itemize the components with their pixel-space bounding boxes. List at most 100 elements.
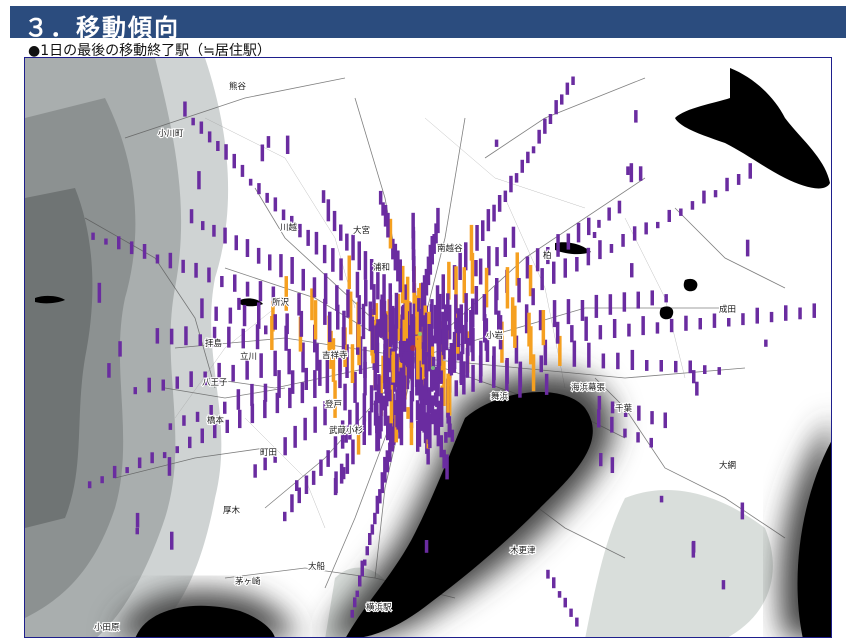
station-bar — [343, 383, 347, 411]
station-bar — [285, 313, 289, 335]
station-bar — [740, 502, 745, 520]
station-bar — [236, 389, 241, 410]
station-bar — [175, 446, 179, 454]
station-bar — [557, 591, 562, 598]
station-bar — [769, 311, 774, 323]
station-bar — [563, 258, 567, 278]
station-bar — [155, 254, 160, 264]
station-bar — [629, 163, 634, 183]
station-bar — [445, 454, 449, 480]
station-bar — [381, 395, 386, 411]
station-bar — [560, 94, 564, 105]
station-bar — [441, 274, 445, 310]
station-bar — [125, 467, 129, 474]
station-bar — [423, 378, 428, 405]
station-bar — [546, 569, 550, 579]
place-label: 南越谷 — [437, 243, 463, 254]
station-bar — [332, 210, 337, 232]
station-bar — [684, 315, 688, 331]
station-bar — [415, 311, 419, 335]
station-bar — [598, 325, 603, 340]
station-bar — [745, 239, 750, 257]
station-bar — [297, 293, 301, 316]
station-bar — [350, 344, 355, 383]
station-bar — [584, 316, 588, 341]
station-bar — [505, 360, 509, 393]
station-bar — [597, 409, 601, 428]
station-bar — [290, 494, 294, 513]
station-bar — [441, 318, 446, 348]
station-bar — [607, 207, 611, 221]
station-bar — [197, 171, 201, 190]
station-bar — [363, 251, 368, 280]
station-bar — [263, 457, 267, 471]
station-bar — [303, 417, 307, 441]
station-bar — [764, 339, 768, 347]
station-bar — [812, 303, 816, 318]
station-bar — [537, 129, 541, 144]
station-bar — [273, 197, 278, 212]
station-bar — [667, 209, 671, 222]
station-bar — [304, 367, 308, 390]
station-bar — [755, 307, 759, 324]
station-bar — [634, 110, 638, 123]
station-bar — [587, 342, 591, 368]
station-bar — [100, 476, 104, 484]
station-bar — [335, 285, 339, 311]
station-bar — [300, 382, 305, 404]
station-bar — [638, 166, 643, 181]
station-bar — [314, 231, 319, 255]
station-bar — [444, 432, 448, 443]
station-bar — [147, 377, 151, 393]
station-bar — [184, 326, 188, 346]
station-bar — [298, 223, 302, 238]
station-bar — [474, 286, 479, 315]
station-bar — [664, 294, 668, 303]
station-bar — [622, 292, 627, 312]
station-bar — [406, 407, 410, 419]
station-bar — [598, 240, 602, 260]
station-bar — [616, 352, 620, 370]
station-bar — [702, 190, 706, 204]
station-bar — [287, 348, 291, 375]
station-bar — [514, 173, 519, 183]
station-bar — [241, 328, 245, 349]
station-bar — [357, 295, 361, 325]
station-bar — [389, 423, 393, 446]
mountain-terrain — [25, 58, 229, 637]
station-bar — [129, 241, 134, 255]
station-bar — [621, 234, 625, 247]
slide-title-bar: ３．移動傾向 — [10, 6, 846, 42]
station-bar — [351, 234, 355, 261]
station-bar — [695, 381, 699, 396]
station-bar — [418, 403, 423, 429]
station-bar — [552, 300, 557, 328]
station-bar — [346, 289, 350, 318]
station-bar — [721, 580, 726, 590]
station-bar — [339, 258, 343, 281]
station-bar — [339, 224, 343, 241]
station-bar — [601, 353, 606, 369]
station-bar — [439, 370, 443, 384]
station-bar — [587, 217, 591, 236]
station-bar — [548, 114, 553, 124]
station-bar — [526, 151, 530, 164]
station-bar — [449, 343, 454, 376]
station-bar — [266, 136, 271, 148]
station-bar — [518, 367, 522, 398]
station-bar — [328, 311, 332, 343]
station-bar — [478, 355, 483, 383]
station-bar — [456, 308, 461, 347]
station-bar — [632, 226, 637, 241]
station-bar — [481, 220, 485, 241]
station-bar — [404, 299, 408, 339]
station-bar — [679, 208, 683, 216]
station-bar — [117, 236, 121, 250]
station-bar — [319, 459, 323, 476]
map-panel: 熊谷 小川町 川越 大宮 南越谷 浦和 所沢 柏成田 拝島 立川 吉祥寺 小岩 八王子 海浜幕張 千葉 橋本 登… — [24, 57, 832, 638]
station-bar — [610, 401, 615, 414]
station-bar — [170, 531, 174, 550]
station-bar — [391, 351, 396, 383]
station-bar — [224, 144, 228, 160]
station-bar — [520, 159, 524, 173]
